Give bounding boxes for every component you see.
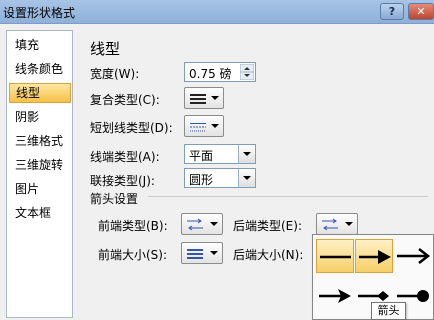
section-divider xyxy=(148,196,428,197)
dialog-body: 填充 线条颜色 线型 阴影 三维格式 三维旋转 图片 文本框 线型 宽度(W):… xyxy=(0,24,434,320)
width-label: 宽度(W): xyxy=(90,67,140,81)
chevron-down-icon xyxy=(210,251,218,255)
window-title: 设置形状格式 xyxy=(3,6,76,20)
cap-type-dropdown-button[interactable] xyxy=(238,145,255,163)
cap-type-select[interactable]: 平面 xyxy=(184,144,256,164)
arrow-size-icon xyxy=(187,249,203,259)
nav-item-line-style[interactable]: 线型 xyxy=(9,83,71,103)
dash-type-dropdown[interactable] xyxy=(184,115,224,137)
begin-type-dropdown[interactable] xyxy=(181,213,223,235)
section-title: 线型 xyxy=(90,40,121,58)
cap-type-value: 平面 xyxy=(189,149,214,163)
nav-item-picture[interactable]: 图片 xyxy=(9,179,71,199)
cap-type-label: 线端类型(A): xyxy=(90,150,160,164)
close-button[interactable]: ✕ xyxy=(408,3,434,20)
nav-item-3d-format[interactable]: 三维格式 xyxy=(9,131,71,151)
arrow-settings-label: 箭头设置 xyxy=(90,192,139,206)
chevron-down-icon xyxy=(210,222,218,226)
nav-item-line-color[interactable]: 线条颜色 xyxy=(9,59,71,79)
tooltip: 箭头 xyxy=(371,302,406,320)
arrow-option-none[interactable] xyxy=(316,239,354,273)
compound-lines-icon xyxy=(190,94,206,104)
title-bar: 设置形状格式 ? ✕ xyxy=(0,0,434,24)
join-type-select[interactable]: 圆形 xyxy=(184,168,256,188)
compound-type-label: 复合类型(C): xyxy=(90,93,160,107)
line-no-arrow-icon xyxy=(320,255,351,259)
chevron-down-icon xyxy=(211,96,219,100)
arrow-types-icon xyxy=(322,218,338,231)
nav-item-shadow[interactable]: 阴影 xyxy=(9,107,71,127)
help-button[interactable]: ? xyxy=(380,3,404,20)
width-value: 0.75 磅 xyxy=(189,67,232,81)
spinner-arrows-icon[interactable] xyxy=(240,64,254,80)
arrow-option-filled[interactable] xyxy=(355,239,393,273)
end-size-label: 后端大小(N): xyxy=(233,248,304,262)
width-spinner[interactable]: 0.75 磅 xyxy=(184,62,256,82)
join-type-label: 联接类型(J): xyxy=(90,174,155,188)
begin-size-label: 前端大小(S): xyxy=(98,248,168,262)
open-arrow-icon xyxy=(397,248,431,264)
begin-size-dropdown[interactable] xyxy=(181,242,223,264)
chevron-down-icon xyxy=(345,222,353,226)
chevron-down-icon xyxy=(243,176,251,180)
join-type-dropdown-button[interactable] xyxy=(238,169,255,187)
nav-item-fill[interactable]: 填充 xyxy=(9,35,71,55)
arrow-types-icon xyxy=(187,218,203,231)
dash-lines-icon xyxy=(190,123,206,132)
chevron-down-icon xyxy=(211,124,219,128)
nav-item-3d-rotation[interactable]: 三维旋转 xyxy=(9,155,71,175)
begin-type-label: 前端类型(B): xyxy=(98,219,168,233)
dash-type-label: 短划线类型(D): xyxy=(90,121,173,135)
filled-arrow-icon xyxy=(359,250,391,264)
compound-type-dropdown[interactable] xyxy=(184,87,224,109)
end-type-dropdown[interactable] xyxy=(316,213,358,235)
arrow-option-open[interactable] xyxy=(394,239,432,273)
chevron-down-icon xyxy=(243,152,251,156)
nav-item-text-box[interactable]: 文本框 xyxy=(9,203,71,223)
category-list: 填充 线条颜色 线型 阴影 三维格式 三维旋转 图片 文本框 xyxy=(6,30,73,318)
arrow-option-stealth[interactable] xyxy=(316,279,354,313)
join-type-value: 圆形 xyxy=(189,173,214,187)
stealth-arrow-icon xyxy=(319,289,351,303)
end-type-label: 后端类型(E): xyxy=(233,219,302,233)
